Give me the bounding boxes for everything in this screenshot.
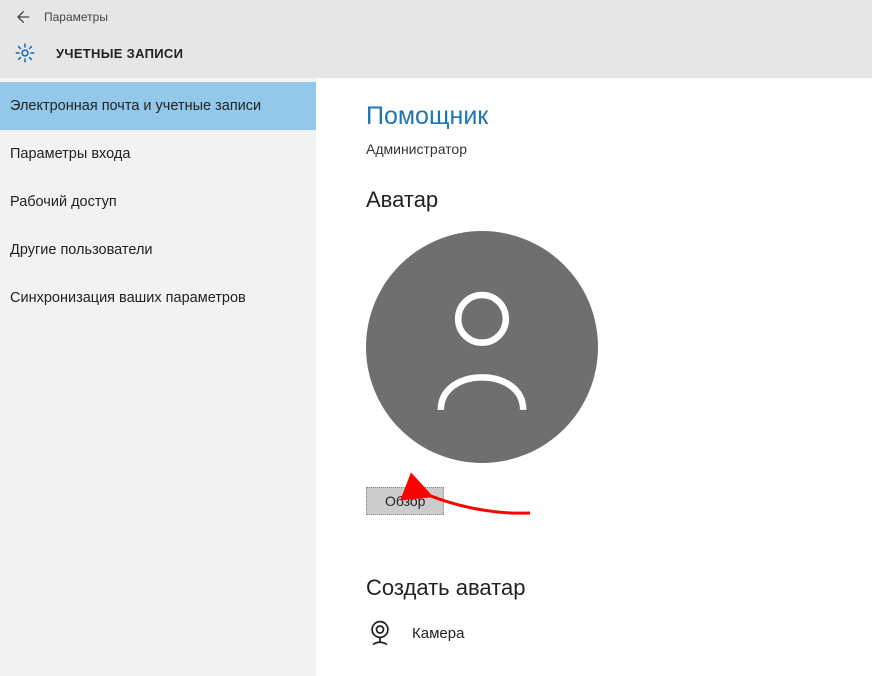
sidebar-item-sync-settings[interactable]: Синхронизация ваших параметров [0,274,316,322]
main-pane: Помощник Администратор Аватар Обзор Созд… [316,78,872,676]
create-avatar-heading: Создать аватар [366,575,872,601]
back-button[interactable] [10,5,34,29]
sidebar-item-email-accounts[interactable]: Электронная почта и учетные записи [0,82,316,130]
account-role: Администратор [366,141,872,157]
page-header: УЧЕТНЫЕ ЗАПИСИ [0,34,872,78]
account-name: Помощник [366,102,872,131]
browse-button[interactable]: Обзор [366,487,444,515]
back-arrow-icon [14,9,30,25]
title-bar: Параметры [0,0,872,34]
avatar-heading: Аватар [366,187,872,213]
sidebar-item-label: Рабочий доступ [10,194,117,210]
sidebar-item-label: Параметры входа [10,146,130,162]
sidebar-item-other-users[interactable]: Другие пользователи [0,226,316,274]
sidebar-item-label: Синхронизация ваших параметров [10,290,246,306]
camera-label: Камера [412,625,464,642]
camera-option[interactable]: Камера [366,619,872,647]
sidebar-item-signin-options[interactable]: Параметры входа [0,130,316,178]
window-title: Параметры [44,10,108,24]
sidebar: Электронная почта и учетные записи Парам… [0,78,316,676]
camera-icon [366,619,394,647]
sidebar-item-work-access[interactable]: Рабочий доступ [0,178,316,226]
person-icon [427,282,537,412]
page-title: УЧЕТНЫЕ ЗАПИСИ [56,46,183,61]
settings-gear-icon [14,42,36,64]
avatar-placeholder [366,231,598,463]
sidebar-item-label: Электронная почта и учетные записи [10,98,261,114]
browse-button-label: Обзор [385,493,425,509]
sidebar-item-label: Другие пользователи [10,242,153,258]
avatar-wrap [366,231,872,463]
